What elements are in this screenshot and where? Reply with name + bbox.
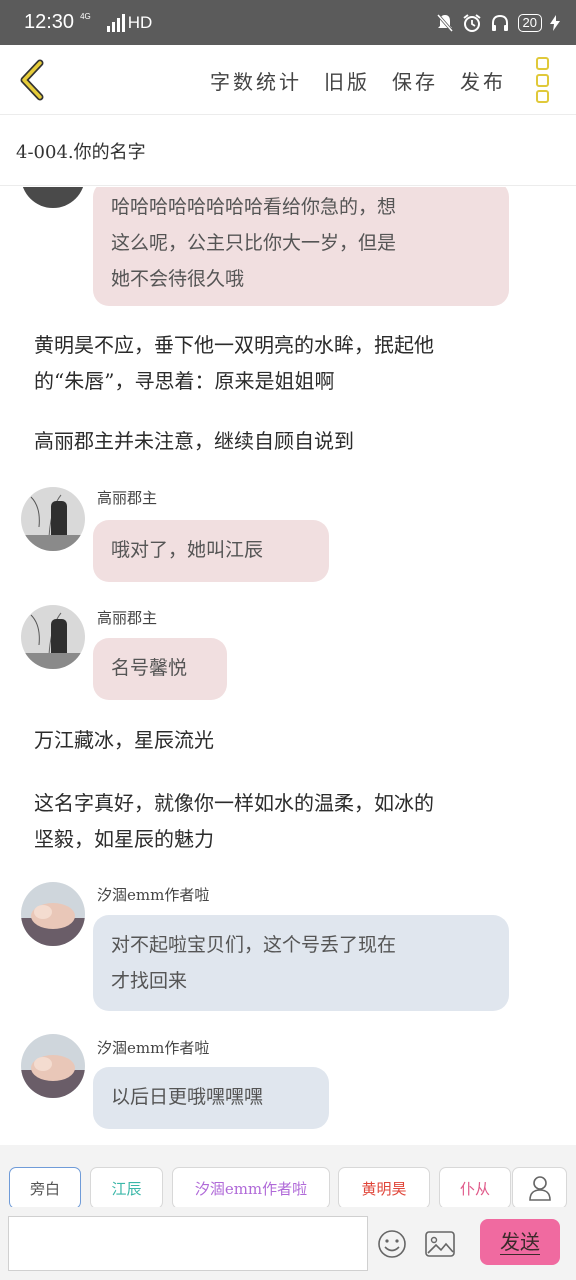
network-type: 4G xyxy=(80,12,91,21)
add-role-button[interactable] xyxy=(512,1167,567,1209)
editor-header: 字数统计 旧版 保存 发布 xyxy=(0,45,576,115)
message-bubble[interactable]: 哈哈哈哈哈哈哈哈看给你急的，想 这么呢，公主只比你大一岁，但是 她不会待很久哦 xyxy=(93,187,509,306)
role-chip-narrator[interactable]: 旁白 xyxy=(9,1167,81,1209)
role-selector: 旁白 江辰 汐涸emm作者啦 黄明昊 仆从 xyxy=(0,1145,576,1209)
headphones-icon xyxy=(491,14,508,31)
back-arrow-icon[interactable] xyxy=(16,59,48,101)
charging-icon xyxy=(550,14,560,31)
narration-line: 坚毅，如星辰的魅力 xyxy=(34,827,214,851)
avatar[interactable] xyxy=(21,882,85,946)
narration-line: 万江藏冰，星辰流光 xyxy=(34,728,214,752)
header-actions: 字数统计 旧版 保存 发布 xyxy=(188,45,506,115)
role-chip-servant[interactable]: 仆从 xyxy=(439,1167,511,1209)
narration-text[interactable]: 这名字真好，就像你一样如水的温柔，如冰的 坚毅，如星辰的魅力 xyxy=(34,785,554,857)
person-icon xyxy=(528,1176,551,1201)
emoji-icon[interactable] xyxy=(377,1229,407,1259)
old-version-button[interactable]: 旧版 xyxy=(324,66,370,95)
word-count-button[interactable]: 字数统计 xyxy=(210,66,302,95)
role-label: 黄明昊 xyxy=(361,1179,407,1198)
bubble-line: 对不起啦宝贝们，这个号丢了现在 xyxy=(111,934,397,956)
send-button[interactable]: 发送 xyxy=(480,1219,560,1265)
role-chip-jiangchen[interactable]: 江辰 xyxy=(90,1167,163,1209)
message-bubble[interactable]: 以后日更哦嘿嘿嘿 xyxy=(93,1067,329,1129)
narration-text[interactable]: 万江藏冰，星辰流光 xyxy=(34,722,554,758)
narration-text[interactable]: 高丽郡主并未注意，继续自顾自说到 xyxy=(34,423,554,459)
bubble-line: 她不会待很久哦 xyxy=(111,268,245,290)
narration-line: 黄明昊不应，垂下他一双明亮的水眸，抿起他 xyxy=(34,333,434,357)
bubble-line: 才找回来 xyxy=(111,970,188,992)
role-label: 仆从 xyxy=(459,1179,490,1198)
role-label: 江辰 xyxy=(111,1179,142,1198)
status-bar: 12:30 4G HD 20 xyxy=(0,0,576,45)
avatar[interactable] xyxy=(21,187,85,208)
save-button[interactable]: 保存 xyxy=(392,66,438,95)
status-time: 12:30 xyxy=(24,11,75,33)
bubble-line: 哦对了，她叫江辰 xyxy=(111,539,264,561)
story-content[interactable]: 哈哈哈哈哈哈哈哈看给你急的，想 这么呢，公主只比你大一岁，但是 她不会待很久哦 … xyxy=(0,187,576,1145)
more-menu-icon[interactable] xyxy=(536,57,552,103)
narration-line: 的“朱唇”，寻思着：原来是姐姐啊 xyxy=(34,369,335,393)
mute-bell-icon xyxy=(436,13,453,32)
chapter-title-bar[interactable]: 4-004.你的名字 xyxy=(0,116,576,186)
message-bubble[interactable]: 名号馨悦 xyxy=(93,638,227,700)
narration-line: 高丽郡主并未注意，继续自顾自说到 xyxy=(34,429,354,453)
role-chip-author[interactable]: 汐涸emm作者啦 xyxy=(172,1167,330,1209)
alarm-icon xyxy=(462,13,481,32)
battery-indicator: 20 xyxy=(517,13,542,32)
send-label: 发送 xyxy=(500,1229,540,1255)
avatar[interactable] xyxy=(21,487,85,551)
bubble-line: 这么呢，公主只比你大一岁，但是 xyxy=(111,232,397,254)
bubble-line: 哈哈哈哈哈哈哈哈看给你急的，想 xyxy=(111,196,397,218)
bubble-line: 以后日更哦嘿嘿嘿 xyxy=(111,1086,264,1108)
message-bubble[interactable]: 哦对了，她叫江辰 xyxy=(93,520,329,582)
message-bubble[interactable]: 对不起啦宝贝们，这个号丢了现在 才找回来 xyxy=(93,915,509,1011)
narration-line: 这名字真好，就像你一样如水的温柔，如冰的 xyxy=(34,791,434,815)
publish-button[interactable]: 发布 xyxy=(460,66,506,95)
bubble-line: 名号馨悦 xyxy=(111,657,188,679)
role-label: 旁白 xyxy=(29,1179,60,1198)
role-label: 汐涸emm作者啦 xyxy=(194,1179,308,1198)
input-bar: 发送 xyxy=(0,1207,576,1280)
hd-indicator: HD xyxy=(127,12,153,32)
speaker-name: 高丽郡主 xyxy=(97,489,158,507)
speaker-name: 高丽郡主 xyxy=(97,609,158,627)
narration-text[interactable]: 黄明昊不应，垂下他一双明亮的水眸，抿起他 的“朱唇”，寻思着：原来是姐姐啊 xyxy=(34,327,554,399)
chapter-title: 4-004.你的名字 xyxy=(16,142,146,163)
message-input[interactable] xyxy=(8,1216,368,1271)
role-chip-huangminghao[interactable]: 黄明昊 xyxy=(338,1167,430,1209)
avatar[interactable] xyxy=(21,1034,85,1098)
signal-icon xyxy=(106,13,125,32)
image-icon[interactable] xyxy=(425,1231,455,1257)
speaker-name: 汐涸emm作者啦 xyxy=(97,1039,210,1057)
speaker-name: 汐涸emm作者啦 xyxy=(97,886,210,904)
avatar[interactable] xyxy=(21,605,85,669)
